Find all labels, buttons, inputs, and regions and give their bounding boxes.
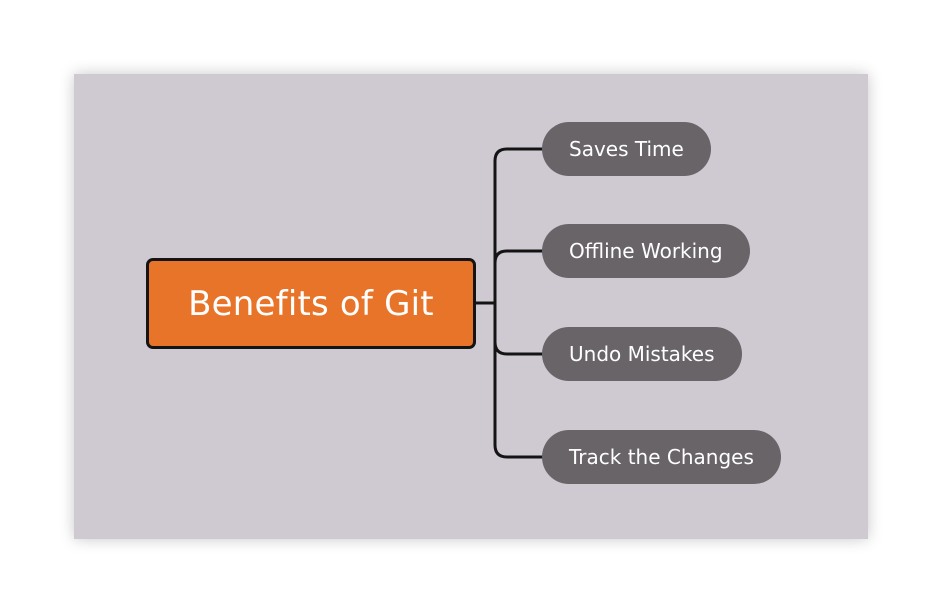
branch-node-undo-mistakes[interactable]: Undo Mistakes	[542, 327, 742, 381]
branch-node-track-the-changes[interactable]: Track the Changes	[542, 430, 781, 484]
root-node-label: Benefits of Git	[188, 283, 434, 324]
branch-node-label: Offline Working	[569, 239, 723, 263]
connector-branch-saves-time	[493, 147, 546, 305]
mind-map-canvas: Benefits of Git Saves Time Offline Worki…	[74, 74, 868, 539]
connector-branch-track-the-changes	[493, 301, 546, 459]
branch-node-label: Track the Changes	[569, 445, 754, 469]
root-node-benefits-of-git[interactable]: Benefits of Git	[146, 258, 476, 349]
branch-node-label: Saves Time	[569, 137, 684, 161]
branch-node-label: Undo Mistakes	[569, 342, 715, 366]
branch-node-offline-working[interactable]: Offline Working	[542, 224, 750, 278]
connector-branch-undo-mistakes	[493, 301, 546, 356]
connector-branch-offline-working	[493, 249, 546, 305]
branch-node-saves-time[interactable]: Saves Time	[542, 122, 711, 176]
